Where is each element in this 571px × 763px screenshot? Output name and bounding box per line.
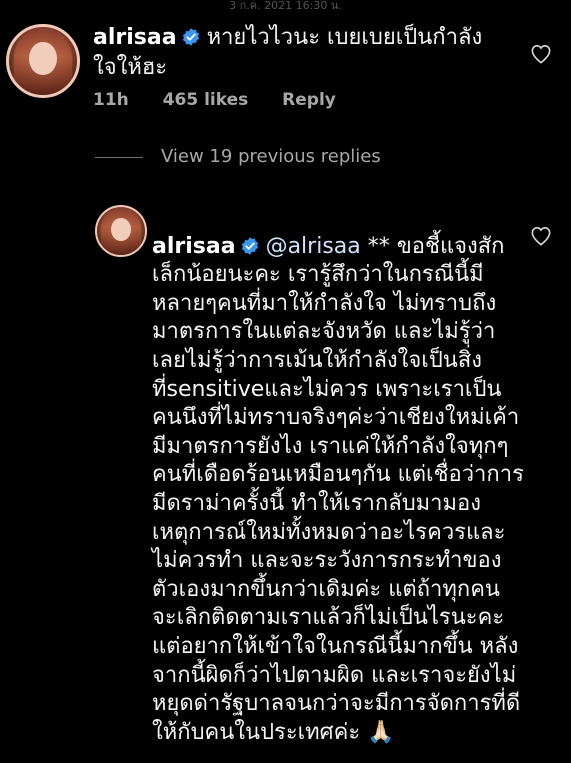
reply-text: ** ขอชี้แจงสักเล็กน้อยนะคะ เรารู้สึกว่าใ… [152,233,524,745]
timestamp-watermark: 3 ก.ค. 2021 16:30 น. [229,0,342,12]
heart-outline-icon[interactable] [530,226,552,246]
comment-reply: alrisaa @alrisaa ** ขอชี้แจงสักเล็กน้อยนะ… [0,198,571,763]
likes-count[interactable]: 465 likes [163,90,249,110]
verified-badge-icon [241,236,258,255]
avatar[interactable] [95,205,147,257]
avatar-face [29,41,57,75]
heart-outline-icon[interactable] [530,44,552,64]
view-replies-label: View 19 previous replies [161,146,381,167]
verified-badge-icon [182,28,199,46]
replies-divider [95,156,143,158]
username-link[interactable]: alrisaa [152,234,236,259]
comment-text-block: alrisaa หายไวไวนะ เบยเบยเป็นกำลังใจให้ฮะ [93,23,503,83]
reply-text-block: alrisaa @alrisaa ** ขอชี้แจงสักเล็กน้อยนะ… [152,204,524,747]
comment-time: 11h [93,90,129,110]
mention-link[interactable]: @alrisaa [266,234,361,259]
comment-main: alrisaa หายไวไวนะ เบยเบยเป็นกำลังใจให้ฮะ … [0,20,571,120]
comment-meta: 11h 465 likes Reply [93,90,364,110]
username-link[interactable]: alrisaa [93,25,177,50]
view-replies-button[interactable]: View 19 previous replies [95,146,381,167]
reply-button[interactable]: Reply [282,90,336,110]
avatar-face [111,217,131,241]
avatar[interactable] [6,24,80,98]
